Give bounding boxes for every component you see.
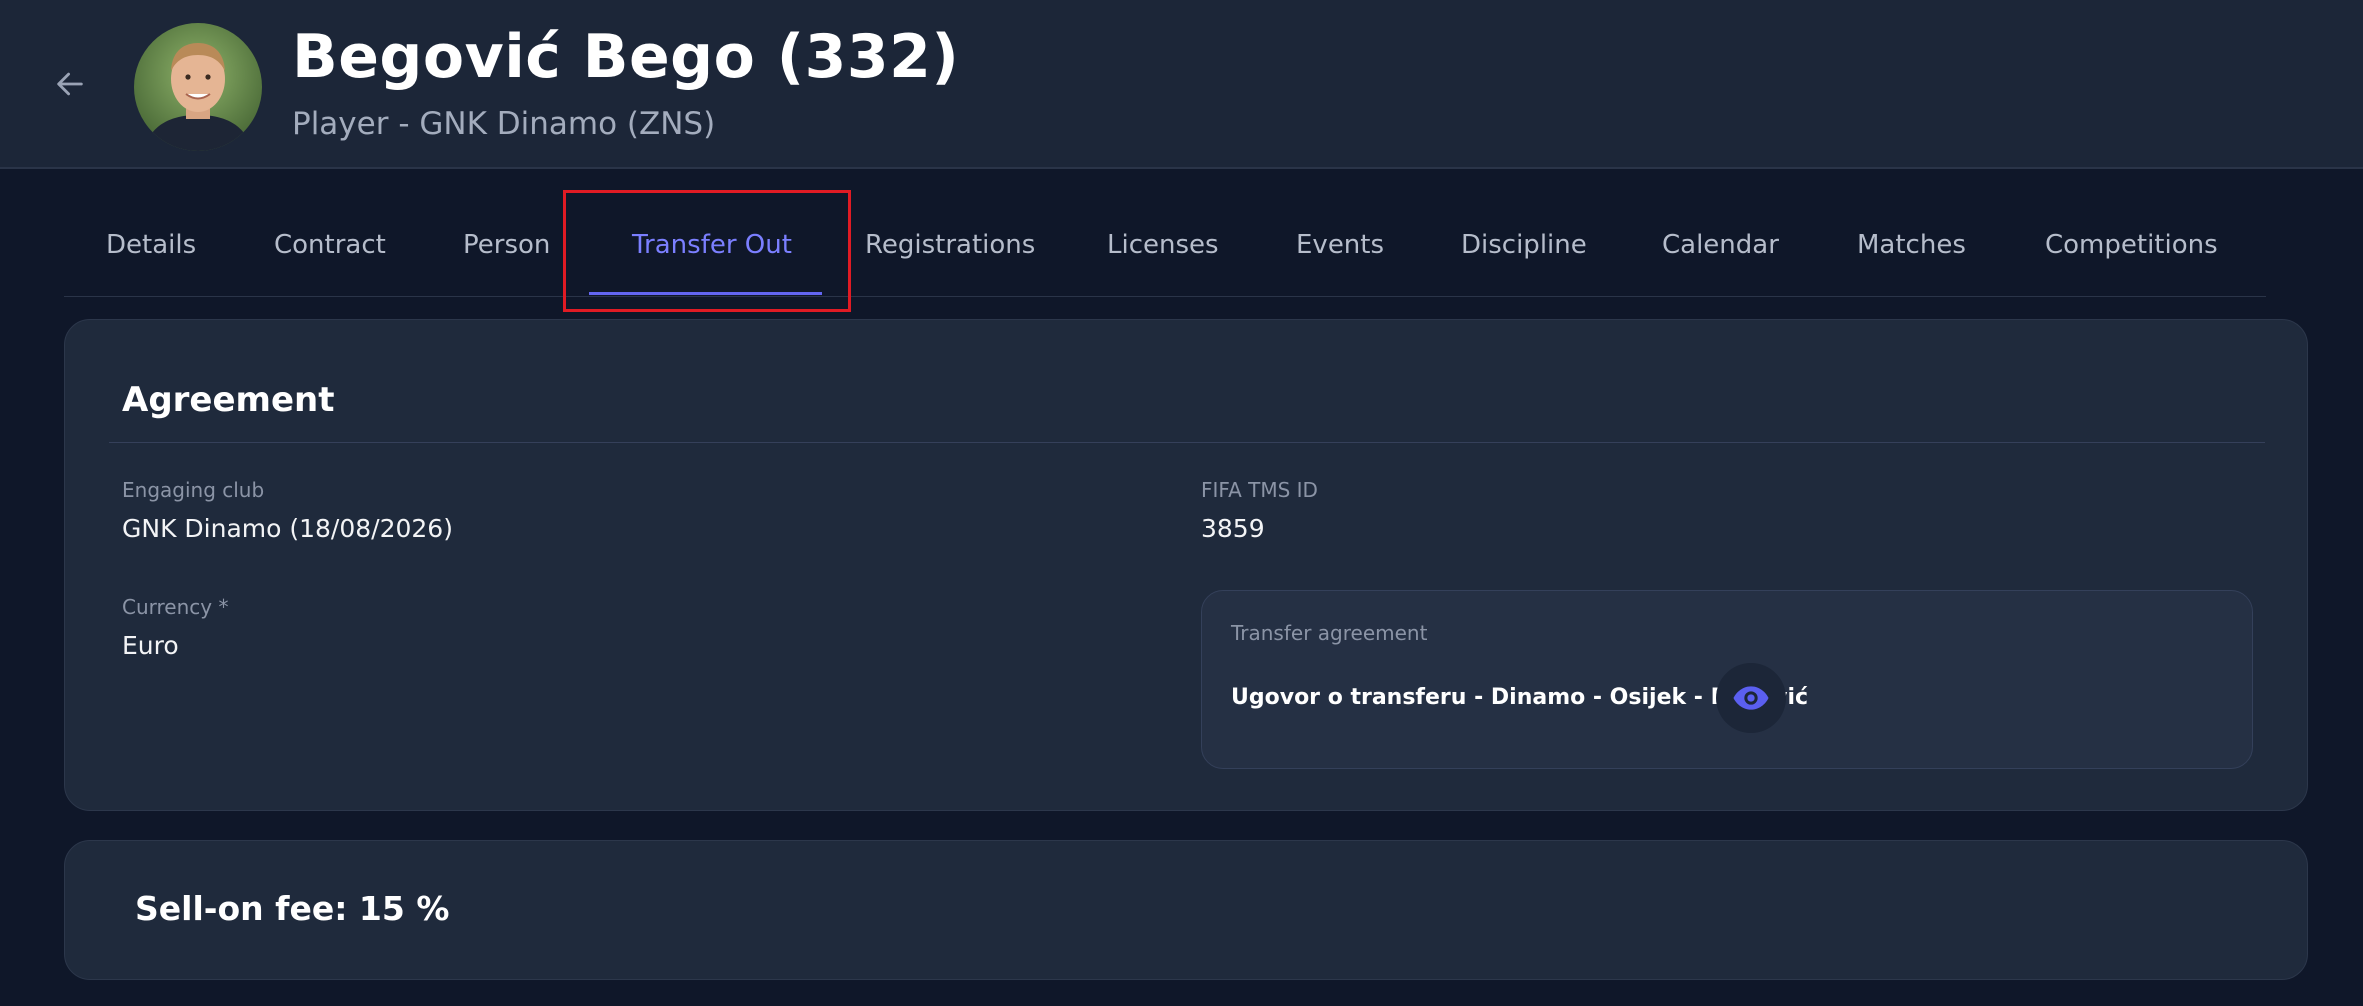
engaging-club-value: GNK Dinamo (18/08/2026) (122, 514, 453, 543)
fifa-tms-value: 3859 (1201, 514, 1265, 543)
transfer-agreement-label: Transfer agreement (1231, 621, 1428, 645)
tab-calendar[interactable]: Calendar (1662, 195, 1779, 296)
avatar (134, 23, 262, 151)
back-button[interactable] (48, 62, 92, 106)
currency-label: Currency * (122, 595, 229, 619)
tab-discipline[interactable]: Discipline (1461, 195, 1587, 296)
tab-highlight-box (563, 190, 851, 312)
page-header: Begović Bego (332) Player - GNK Dinamo (… (0, 0, 2363, 169)
page-title: Begović Bego (332) (292, 22, 960, 92)
fifa-tms-label: FIFA TMS ID (1201, 478, 1318, 502)
sell-on-fee-card: Sell-on fee: 15 % (64, 840, 2308, 980)
arrow-left-icon (57, 72, 83, 96)
view-document-button[interactable] (1716, 663, 1786, 733)
tab-details[interactable]: Details (106, 195, 196, 296)
tab-registrations[interactable]: Registrations (865, 195, 1035, 296)
transfer-agreement-box: Transfer agreement Ugovor o transferu - … (1201, 590, 2253, 769)
tab-bar: Details Contract Person Transfer Out Reg… (64, 195, 2266, 297)
tab-licenses[interactable]: Licenses (1107, 195, 1219, 296)
tab-competitions[interactable]: Competitions (2045, 195, 2218, 296)
tab-matches[interactable]: Matches (1857, 195, 1966, 296)
tab-contract[interactable]: Contract (274, 195, 386, 296)
currency-value: Euro (122, 631, 179, 660)
sell-on-fee-text: Sell-on fee: 15 % (135, 889, 450, 928)
page-subtitle: Player - GNK Dinamo (ZNS) (292, 106, 716, 142)
tab-person[interactable]: Person (463, 195, 550, 296)
engaging-club-label: Engaging club (122, 478, 265, 502)
agreement-divider (109, 442, 2265, 443)
agreement-title: Agreement (122, 380, 335, 420)
tab-events[interactable]: Events (1296, 195, 1384, 296)
agreement-card: Agreement Engaging club GNK Dinamo (18/0… (64, 319, 2308, 811)
eye-icon (1733, 686, 1769, 710)
